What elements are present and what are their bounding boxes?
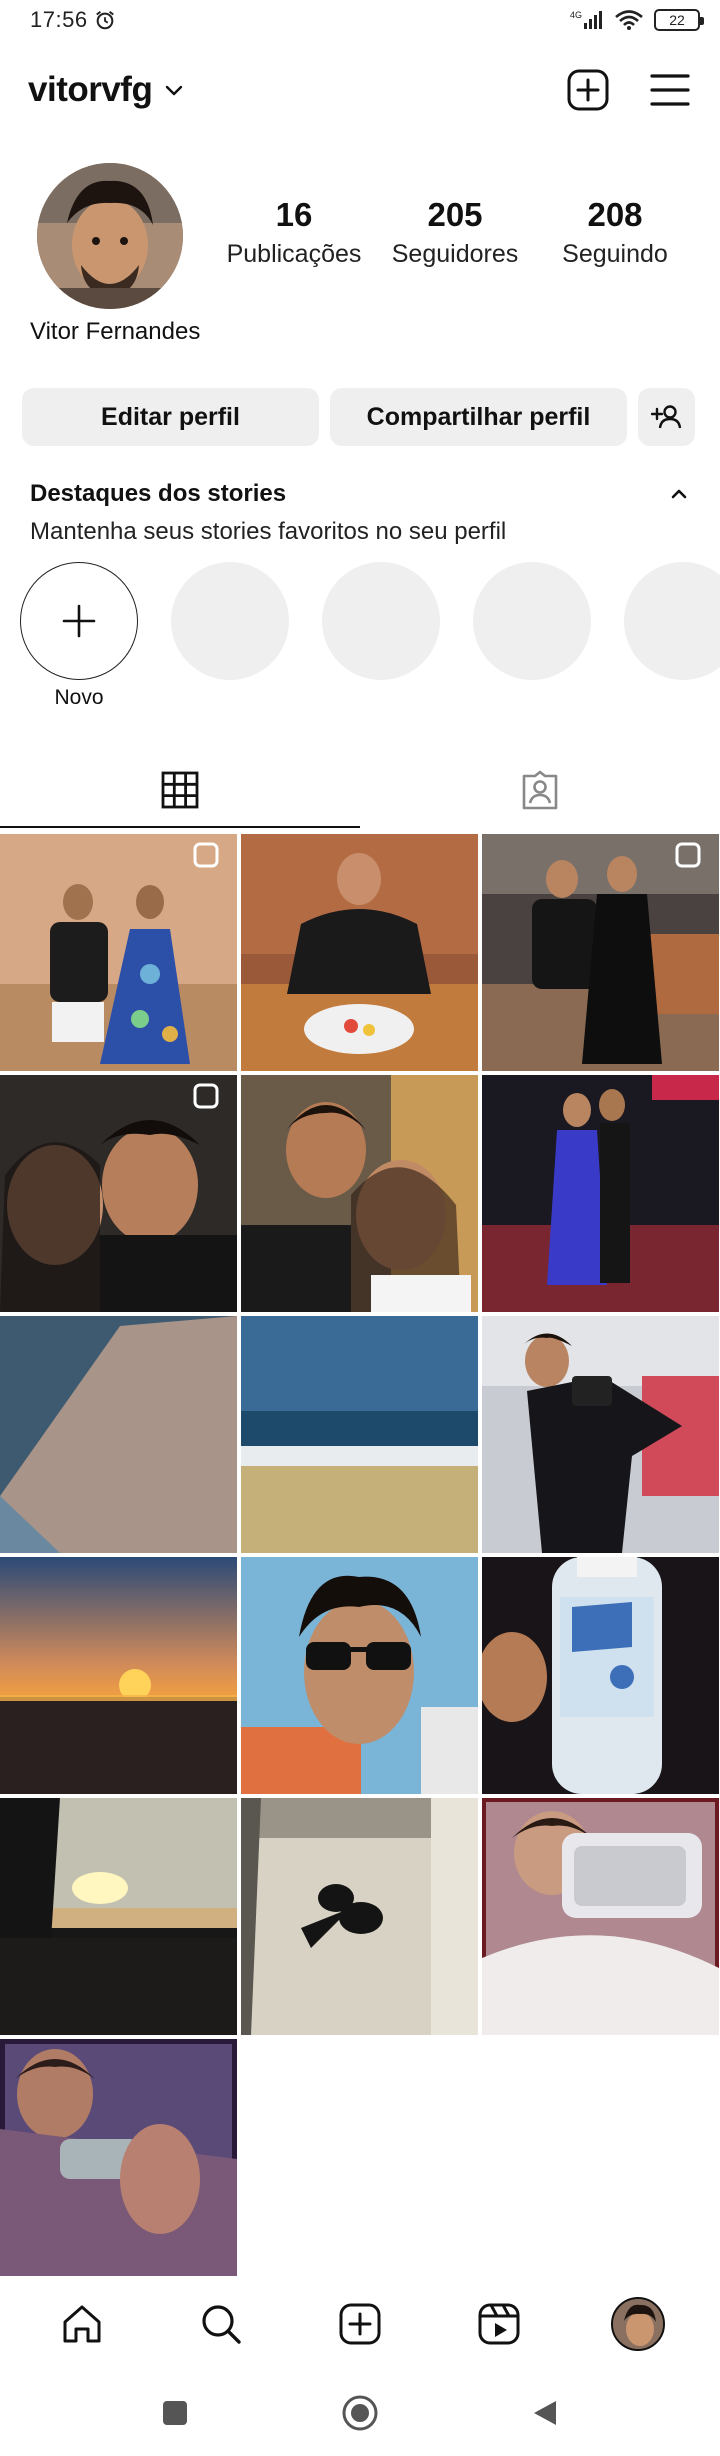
post-photo [482,1075,719,1312]
hamburger-menu-icon [650,74,690,106]
new-highlight-label: Novo [54,686,104,709]
post-photo [0,1557,237,1794]
post-thumbnail[interactable] [0,834,237,1071]
highlight-placeholder [624,562,720,680]
post-thumbnail[interactable] [241,1557,478,1794]
cell-signal-icon: 4G [570,10,602,29]
discover-people-button[interactable] [638,388,695,446]
home-icon [63,2305,101,2343]
battery-icon: 22 [654,9,704,31]
chevron-down-icon[interactable] [164,80,184,100]
plus-square-icon [567,69,609,111]
network-label: 4G [570,10,582,20]
home-circle-icon[interactable] [340,2393,380,2433]
story-highlights: Novo [20,562,720,732]
plus-icon [62,604,96,638]
post-thumbnail[interactable] [482,1316,719,1553]
profile-actions: Editar perfil Compartilhar perfil [22,388,698,446]
system-navigation [0,2370,720,2456]
following-count[interactable]: 208 Seguindo [530,196,700,269]
stat-value: 208 [587,196,643,233]
avatar-photo [613,2299,664,2349]
post-photo [482,1316,719,1553]
highlight-placeholder [322,562,440,680]
search-icon [202,2305,241,2344]
menu-button[interactable] [648,68,692,112]
alarm-icon [95,10,114,30]
tab-posts-grid[interactable] [0,752,360,828]
post-photo [241,1316,478,1553]
nav-create[interactable] [324,2288,396,2360]
post-thumbnail[interactable] [0,1557,237,1794]
nav-search[interactable] [185,2288,257,2360]
post-photo [241,1075,478,1312]
stat-label: Seguidores [391,240,519,268]
post-thumbnail[interactable] [241,1075,478,1312]
edit-profile-button[interactable]: Editar perfil [22,388,319,446]
stat-value: 16 [275,196,313,233]
tagged-person-icon [522,770,558,810]
profile-tabs [0,752,720,828]
post-thumbnail[interactable] [0,1316,237,1553]
bottom-navigation [0,2280,720,2368]
post-photo [0,1316,237,1553]
post-photo [0,1798,237,2035]
nav-reels[interactable] [463,2288,535,2360]
profile-avatar[interactable] [37,163,183,309]
stat-label: Seguindo [562,240,668,268]
wifi-icon [615,10,643,30]
status-time: 17:56 [30,7,88,32]
post-thumbnail[interactable] [0,1075,237,1312]
post-thumbnail[interactable] [482,1557,719,1794]
reels-icon [478,2303,520,2345]
profile-avatar-small [611,2297,666,2351]
post-thumbnail[interactable] [0,1798,237,2035]
highlights-subtitle: Mantenha seus stories favoritos no seu p… [30,518,507,545]
post-thumbnail[interactable] [482,834,719,1071]
create-icon [339,2303,381,2345]
post-photo [0,2039,237,2276]
nav-profile[interactable] [602,2288,674,2360]
recent-apps-icon[interactable] [160,2398,190,2428]
status-bar: 17:56 4G 22 [0,0,720,40]
back-icon[interactable] [530,2398,560,2428]
highlight-placeholder [473,562,591,680]
post-thumbnail[interactable] [482,1075,719,1312]
avatar-photo [37,163,183,309]
tab-tagged[interactable] [360,752,720,828]
post-thumbnail[interactable] [241,1316,478,1553]
highlight-placeholder [171,562,289,680]
nav-home[interactable] [46,2288,118,2360]
post-thumbnail[interactable] [0,2039,237,2276]
post-photo [482,1557,719,1794]
post-photo [241,1798,478,2035]
post-thumbnail[interactable] [482,1798,719,2035]
add-person-icon [650,405,681,429]
followers-count[interactable]: 205 Seguidores [370,196,540,269]
post-photo [0,1075,237,1312]
chevron-up-icon[interactable] [668,483,690,505]
stat-label: Publicações [226,240,362,268]
profile-header: vitorvfg [0,58,720,122]
profile-full-name: Vitor Fernandes [30,318,201,345]
grid-icon [161,771,199,809]
posts-count[interactable]: 16 Publicações [209,196,379,269]
highlights-title: Destaques dos stories [30,480,287,507]
post-photo [482,834,719,1071]
post-thumbnail[interactable] [241,834,478,1071]
post-photo [0,834,237,1071]
post-photo [482,1798,719,2035]
username-switcher[interactable]: vitorvfg [28,70,153,110]
post-photo [241,834,478,1071]
new-highlight-button[interactable] [20,562,138,680]
battery-level: 22 [669,12,685,28]
create-post-button[interactable] [566,68,610,112]
post-photo [241,1557,478,1794]
post-thumbnail[interactable] [241,1798,478,2035]
share-profile-button[interactable]: Compartilhar perfil [330,388,627,446]
stat-value: 205 [427,196,483,233]
